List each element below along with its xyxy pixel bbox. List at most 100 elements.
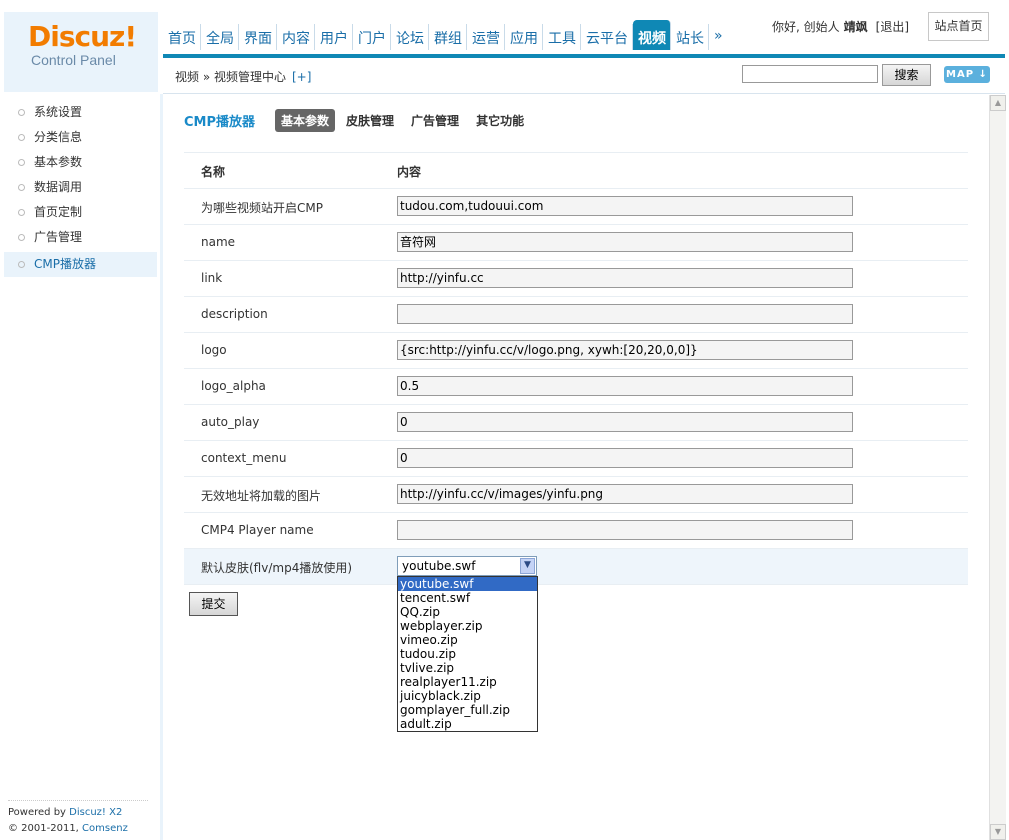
- skin-option[interactable]: adult.zip: [398, 717, 537, 731]
- skin-option[interactable]: juicyblack.zip: [398, 689, 537, 703]
- title-row: CMP播放器 基本参数 皮肤管理 广告管理 其它功能: [184, 108, 535, 132]
- nav-item[interactable]: 界面: [239, 24, 277, 50]
- sub-bar: 视频 » 视频管理中心 [+] 搜索 MAP ↓: [163, 58, 1005, 94]
- skin-label: 默认皮肤(flv/mp4播放使用): [201, 561, 353, 575]
- sidebar-item[interactable]: 基本参数: [4, 150, 157, 175]
- field-label: description: [201, 307, 268, 321]
- sidebar-item[interactable]: 数据调用: [4, 175, 157, 200]
- user-area: 你好, 创始人 靖飒 [退出]: [772, 18, 909, 35]
- table-header: 名称 内容: [184, 152, 968, 189]
- field-label: auto_play: [201, 415, 260, 429]
- copyright: © 2001-2011, Comsenz Inc.: [8, 821, 148, 840]
- tab-0[interactable]: 基本参数: [275, 108, 336, 132]
- chevron-down-icon[interactable]: ▼: [520, 558, 535, 574]
- field-input[interactable]: http://yinfu.cc: [397, 268, 853, 288]
- field-input[interactable]: tudou.com,tudouui.com: [397, 196, 853, 216]
- skin-option[interactable]: youtube.swf: [398, 577, 537, 591]
- search-button[interactable]: 搜索: [882, 64, 931, 86]
- powered-by: Powered by Discuz! X2: [8, 805, 148, 821]
- nav-item[interactable]: 运营: [467, 24, 505, 50]
- nav-item[interactable]: »: [709, 24, 727, 50]
- table-row: logo_alpha 0.5: [184, 369, 968, 405]
- field-input[interactable]: {src:http://yinfu.cc/v/logo.png, xywh:[2…: [397, 340, 853, 360]
- search-input[interactable]: [742, 65, 878, 83]
- sidebar-menu: 系统设置分类信息基本参数数据调用首页定制广告管理 CMP播放器: [4, 100, 157, 277]
- table-row: context_menu 0: [184, 441, 968, 477]
- nav-item[interactable]: 内容: [277, 24, 315, 50]
- nav-item[interactable]: 首页: [163, 24, 201, 50]
- bullet-icon: [18, 234, 25, 241]
- logo[interactable]: Discuz! Control Panel: [4, 12, 158, 92]
- field-label: link: [201, 271, 223, 285]
- skin-option[interactable]: realplayer11.zip: [398, 675, 537, 689]
- field-input[interactable]: [397, 520, 853, 540]
- skin-select[interactable]: youtube.swf ▼: [397, 556, 537, 576]
- field-input[interactable]: 0: [397, 448, 853, 468]
- field-input[interactable]: 0.5: [397, 376, 853, 396]
- logout-link[interactable]: [退出]: [876, 20, 909, 34]
- site-home-button[interactable]: 站点首页: [928, 12, 989, 41]
- header-name: 名称: [201, 165, 226, 179]
- nav-item[interactable]: 论坛: [391, 24, 429, 50]
- nav-item[interactable]: 云平台: [581, 24, 633, 50]
- skin-option[interactable]: tudou.zip: [398, 647, 537, 661]
- nav-item[interactable]: 视频: [633, 20, 671, 50]
- sidebar-item[interactable]: 广告管理: [4, 225, 157, 250]
- sidebar: 系统设置分类信息基本参数数据调用首页定制广告管理 CMP播放器 Powered b…: [0, 94, 163, 840]
- map-button[interactable]: MAP ↓: [944, 66, 990, 83]
- field-input[interactable]: [397, 304, 853, 324]
- main-content: CMP播放器 基本参数 皮肤管理 广告管理 其它功能 名称 内容 为哪些视频站开启CM…: [163, 95, 989, 840]
- settings-table: 名称 内容 为哪些视频站开启CMP tudou.com,tudouui.com na…: [184, 152, 968, 585]
- sidebar-item[interactable]: CMP播放器: [4, 252, 157, 277]
- skin-option[interactable]: tencent.swf: [398, 591, 537, 605]
- sidebar-item-label: 首页定制: [34, 205, 83, 219]
- field-input[interactable]: 音符网: [397, 232, 853, 252]
- sidebar-item[interactable]: 分类信息: [4, 125, 157, 150]
- skin-option[interactable]: gomplayer_full.zip: [398, 703, 537, 717]
- nav-item[interactable]: 应用: [505, 24, 543, 50]
- field-label: context_menu: [201, 451, 287, 465]
- tab-2[interactable]: 广告管理: [405, 109, 465, 132]
- sidebar-item-label: 数据调用: [34, 180, 83, 194]
- field-label: name: [201, 235, 236, 249]
- nav-item[interactable]: 全局: [201, 24, 239, 50]
- bullet-icon: [18, 261, 25, 268]
- sidebar-item-label: CMP播放器: [34, 257, 96, 271]
- breadcrumb-path: 视频 » 视频管理中心: [175, 70, 286, 84]
- header-content: 内容: [397, 165, 422, 179]
- skin-option[interactable]: webplayer.zip: [398, 619, 537, 633]
- scroll-down-icon[interactable]: ▼: [990, 824, 1006, 840]
- add-shortcut-link[interactable]: [+]: [292, 70, 311, 84]
- bullet-icon: [18, 159, 25, 166]
- sidebar-item-label: 基本参数: [34, 155, 83, 169]
- sidebar-item-label: 广告管理: [34, 230, 83, 244]
- scrollbar[interactable]: ▲ ▼: [989, 95, 1006, 840]
- sidebar-item-label: 系统设置: [34, 105, 83, 119]
- sidebar-item[interactable]: 系统设置: [4, 100, 157, 125]
- field-label: CMP4 Player name: [201, 523, 314, 537]
- nav-item[interactable]: 群组: [429, 24, 467, 50]
- sidebar-footer: Powered by Discuz! X2 © 2001-2011, Comse…: [8, 800, 148, 840]
- logo-subtitle: Control Panel: [31, 52, 116, 68]
- powered-by-brand[interactable]: Discuz! X2: [69, 807, 122, 818]
- scroll-up-icon[interactable]: ▲: [990, 95, 1006, 111]
- skin-option[interactable]: tvlive.zip: [398, 661, 537, 675]
- nav-item[interactable]: 用户: [315, 24, 353, 50]
- field-input[interactable]: http://yinfu.cc/v/images/yinfu.png: [397, 484, 853, 504]
- skin-row: 默认皮肤(flv/mp4播放使用) youtube.swf ▼: [184, 549, 968, 585]
- logo-brand: Discuz!: [28, 20, 137, 53]
- tab-1[interactable]: 皮肤管理: [340, 109, 400, 132]
- copyright-prefix: © 2001-2011,: [8, 823, 83, 834]
- skin-option[interactable]: QQ.zip: [398, 605, 537, 619]
- sidebar-item[interactable]: 首页定制: [4, 200, 157, 225]
- nav-item[interactable]: 工具: [543, 24, 581, 50]
- skin-option[interactable]: vimeo.zip: [398, 633, 537, 647]
- page-title: CMP播放器: [184, 114, 256, 130]
- submit-button[interactable]: 提交: [189, 592, 238, 616]
- nav-item[interactable]: 门户: [353, 24, 391, 50]
- table-row: 无效地址将加载的图片 http://yinfu.cc/v/images/yinfu…: [184, 477, 968, 513]
- field-input[interactable]: 0: [397, 412, 853, 432]
- tab-3[interactable]: 其它功能: [470, 109, 530, 132]
- table-row: auto_play 0: [184, 405, 968, 441]
- nav-item[interactable]: 站长: [671, 24, 709, 50]
